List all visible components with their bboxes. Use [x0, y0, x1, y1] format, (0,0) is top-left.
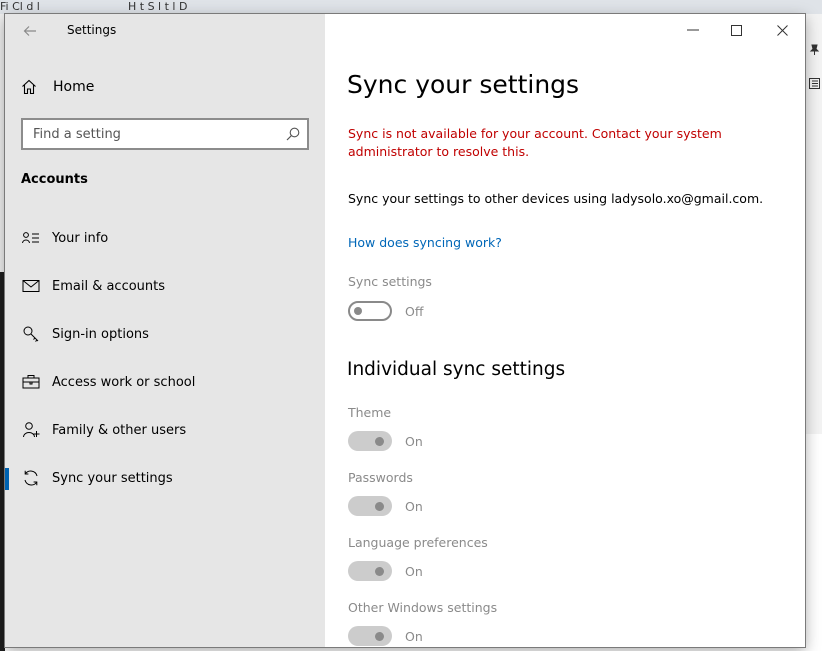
- sync-icon: [21, 468, 41, 488]
- pin-icon: [809, 44, 820, 55]
- sidebar-item-access-work[interactable]: Access work or school: [5, 358, 325, 406]
- search-box[interactable]: [21, 118, 309, 150]
- mail-icon: [21, 276, 41, 296]
- minimize-icon: [687, 29, 699, 31]
- passwords-state: On: [405, 499, 423, 514]
- sidebar-item-label: Family & other users: [52, 422, 187, 438]
- toggle-knob: [375, 437, 384, 446]
- maximize-icon: [730, 24, 742, 36]
- theme-state: On: [405, 434, 423, 449]
- back-button[interactable]: [19, 20, 41, 42]
- sync-error-message: Sync is not available for your account. …: [348, 126, 722, 159]
- main-content: Sync your settings Sync is not available…: [325, 14, 805, 647]
- sidebar-item-label: Email & accounts: [52, 278, 166, 294]
- section-heading: Accounts: [21, 172, 88, 187]
- briefcase-icon: [21, 372, 41, 392]
- sidebar-item-label: Sign-in options: [52, 326, 149, 342]
- sidebar-item-label: Your info: [52, 230, 109, 246]
- passwords-toggle[interactable]: [348, 496, 392, 516]
- sidebar-item-label: Access work or school: [52, 374, 196, 390]
- minimize-button[interactable]: [677, 20, 709, 40]
- language-preferences-label: Language preferences: [348, 535, 488, 550]
- background-tab-text: H t S l t l D: [128, 0, 188, 13]
- sidebar: Settings Home Accounts Your info Email &…: [5, 14, 325, 647]
- home-label: Home: [53, 79, 95, 95]
- background-tab-text: Fi Cl d l: [0, 0, 40, 13]
- close-button[interactable]: [766, 20, 798, 40]
- individual-sync-heading: Individual sync settings: [347, 359, 566, 380]
- toggle-knob: [375, 567, 384, 576]
- home-nav-item[interactable]: Home: [21, 76, 94, 98]
- sync-settings-state: Off: [405, 304, 424, 319]
- theme-toggle[interactable]: [348, 431, 392, 451]
- key-icon: [21, 324, 41, 344]
- other-windows-settings-state: On: [405, 629, 423, 644]
- sidebar-item-your-info[interactable]: Your info: [5, 214, 325, 262]
- back-arrow-icon: [23, 26, 36, 36]
- other-windows-settings-label: Other Windows settings: [348, 600, 498, 615]
- your-info-icon: [21, 228, 41, 248]
- sidebar-item-label: Sync your settings: [52, 470, 173, 486]
- toggle-knob: [375, 502, 384, 511]
- sync-settings-label: Sync settings: [348, 274, 432, 289]
- toggle-knob: [375, 632, 384, 641]
- language-preferences-toggle[interactable]: [348, 561, 392, 581]
- sync-description: Sync your settings to other devices usin…: [348, 191, 764, 206]
- toggle-knob: [354, 307, 362, 315]
- sidebar-item-email-accounts[interactable]: Email & accounts: [5, 262, 325, 310]
- maximize-button[interactable]: [720, 20, 752, 40]
- list-view-icon: [809, 78, 820, 89]
- other-windows-settings-toggle[interactable]: [348, 626, 392, 646]
- settings-window: Settings Home Accounts Your info Email &…: [5, 14, 805, 647]
- theme-label: Theme: [348, 405, 392, 420]
- background-browser-tabs: Fi Cl d l H t S l t l D: [0, 0, 822, 14]
- sidebar-item-sign-in-options[interactable]: Sign-in options: [5, 310, 325, 358]
- search-input[interactable]: [33, 125, 273, 143]
- sidebar-nav: Your info Email & accounts Sign-in optio…: [5, 214, 325, 502]
- passwords-label: Passwords: [348, 470, 413, 485]
- language-preferences-state: On: [405, 564, 423, 579]
- app-title: Settings: [67, 23, 117, 37]
- sync-settings-toggle[interactable]: [348, 301, 392, 321]
- page-title: Sync your settings: [347, 70, 580, 99]
- sidebar-item-family-users[interactable]: Family & other users: [5, 406, 325, 454]
- how-syncing-works-link[interactable]: How does syncing work?: [348, 235, 502, 250]
- close-icon: [776, 24, 788, 36]
- sidebar-item-sync-settings[interactable]: Sync your settings: [5, 454, 325, 502]
- search-icon[interactable]: [285, 126, 301, 142]
- person-add-icon: [21, 420, 41, 440]
- home-icon: [22, 79, 36, 95]
- background-browser-edge: [805, 14, 822, 434]
